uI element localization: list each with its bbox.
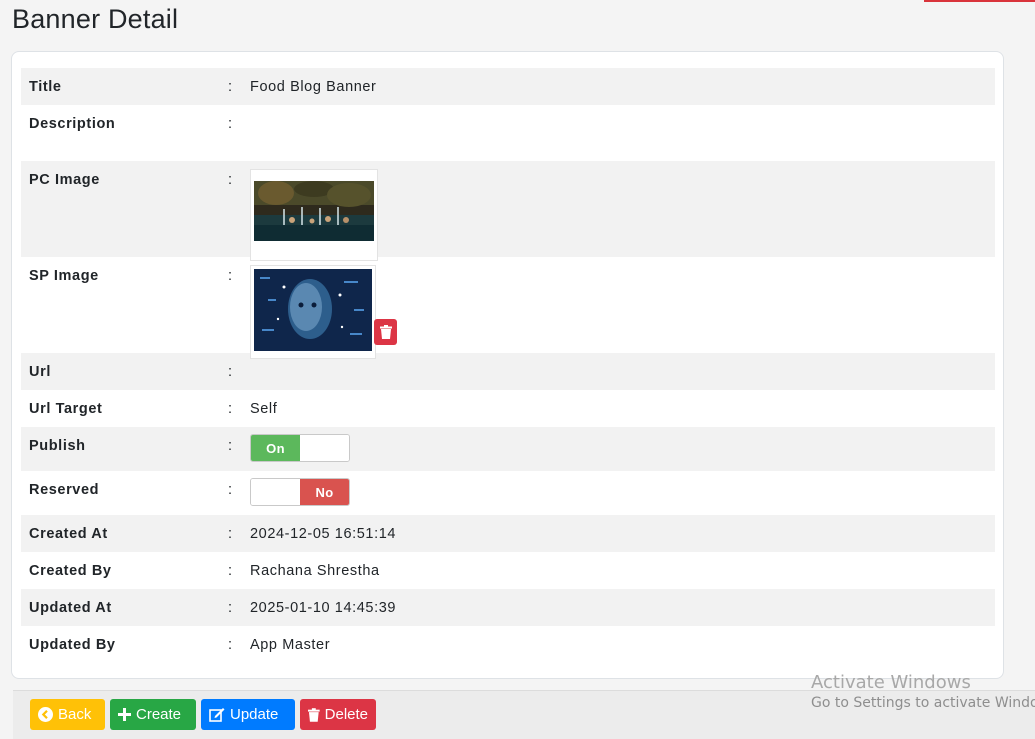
label-updated-at: Updated At bbox=[29, 600, 112, 616]
delete-button[interactable]: Delete bbox=[300, 699, 376, 730]
separator: : bbox=[228, 268, 233, 284]
row-description: Description : bbox=[21, 105, 995, 161]
activate-windows-subtitle: Go to Settings to activate Windows. bbox=[811, 695, 1035, 711]
value-updated-at: 2025-01-10 14:45:39 bbox=[250, 600, 397, 616]
label-pc-image: PC Image bbox=[29, 172, 100, 188]
separator: : bbox=[228, 637, 233, 653]
pc-image-thumbnail[interactable] bbox=[250, 169, 378, 261]
sp-image-thumbnail[interactable] bbox=[250, 265, 376, 359]
row-url: Url : bbox=[21, 353, 995, 390]
edit-icon bbox=[209, 708, 225, 722]
row-title: Title : Food Blog Banner bbox=[21, 68, 995, 105]
label-created-at: Created At bbox=[29, 526, 108, 542]
label-url-target: Url Target bbox=[29, 401, 103, 417]
separator: : bbox=[228, 79, 233, 95]
separator: : bbox=[228, 401, 233, 417]
separator: : bbox=[228, 116, 233, 132]
row-created-at: Created At : 2024-12-05 16:51:14 bbox=[21, 515, 995, 552]
trash-icon bbox=[308, 707, 320, 722]
row-sp-image: SP Image : bbox=[21, 257, 995, 359]
update-button[interactable]: Update bbox=[201, 699, 295, 730]
row-pc-image: PC Image : bbox=[21, 161, 995, 261]
separator: : bbox=[228, 526, 233, 542]
value-updated-by: App Master bbox=[250, 637, 331, 653]
separator: : bbox=[228, 563, 233, 579]
publish-toggle-on: On bbox=[251, 435, 300, 461]
label-reserved: Reserved bbox=[29, 482, 100, 498]
back-button-label: Back bbox=[58, 706, 92, 723]
delete-button-label: Delete bbox=[324, 706, 368, 723]
delete-sp-image-button[interactable] bbox=[374, 319, 397, 345]
pc-image-picture bbox=[254, 173, 374, 253]
label-title: Title bbox=[29, 79, 62, 95]
row-publish: Publish : On bbox=[21, 427, 995, 471]
separator: : bbox=[228, 438, 233, 454]
plus-icon bbox=[118, 708, 131, 721]
value-created-at: 2024-12-05 16:51:14 bbox=[250, 526, 397, 542]
label-sp-image: SP Image bbox=[29, 268, 99, 284]
row-reserved: Reserved : No bbox=[21, 471, 995, 515]
row-url-target: Url Target : Self bbox=[21, 390, 995, 427]
separator: : bbox=[228, 172, 233, 188]
label-updated-by: Updated By bbox=[29, 637, 116, 653]
back-button[interactable]: Back bbox=[30, 699, 105, 730]
value-url-target: Self bbox=[250, 401, 278, 417]
reserved-toggle-no: No bbox=[300, 479, 349, 505]
sp-image-picture bbox=[254, 269, 372, 351]
chevron-left-circle-icon bbox=[38, 707, 53, 722]
separator: : bbox=[228, 364, 233, 380]
reserved-toggle[interactable]: No bbox=[250, 478, 350, 506]
value-title: Food Blog Banner bbox=[250, 79, 377, 95]
publish-toggle[interactable]: On bbox=[250, 434, 350, 462]
trash-icon bbox=[379, 325, 392, 339]
create-button[interactable]: Create bbox=[110, 699, 196, 730]
value-description bbox=[250, 105, 995, 116]
top-accent-bar bbox=[924, 0, 1035, 2]
label-url: Url bbox=[29, 364, 51, 380]
label-created-by: Created By bbox=[29, 563, 112, 579]
create-button-label: Create bbox=[136, 706, 182, 723]
detail-card: Title : Food Blog Banner Description : P… bbox=[11, 51, 1004, 679]
separator: : bbox=[228, 600, 233, 616]
value-created-by: Rachana Shrestha bbox=[250, 563, 380, 579]
label-publish: Publish bbox=[29, 438, 86, 454]
separator: : bbox=[228, 482, 233, 498]
row-updated-at: Updated At : 2025-01-10 14:45:39 bbox=[21, 589, 995, 626]
label-description: Description bbox=[29, 116, 116, 132]
update-button-label: Update bbox=[230, 706, 279, 723]
activate-windows-title: Activate Windows bbox=[811, 672, 971, 693]
row-created-by: Created By : Rachana Shrestha bbox=[21, 552, 995, 589]
detail-table: Title : Food Blog Banner Description : P… bbox=[21, 68, 995, 663]
row-updated-by: Updated By : App Master bbox=[21, 626, 995, 663]
page-title: Banner Detail bbox=[12, 4, 179, 34]
